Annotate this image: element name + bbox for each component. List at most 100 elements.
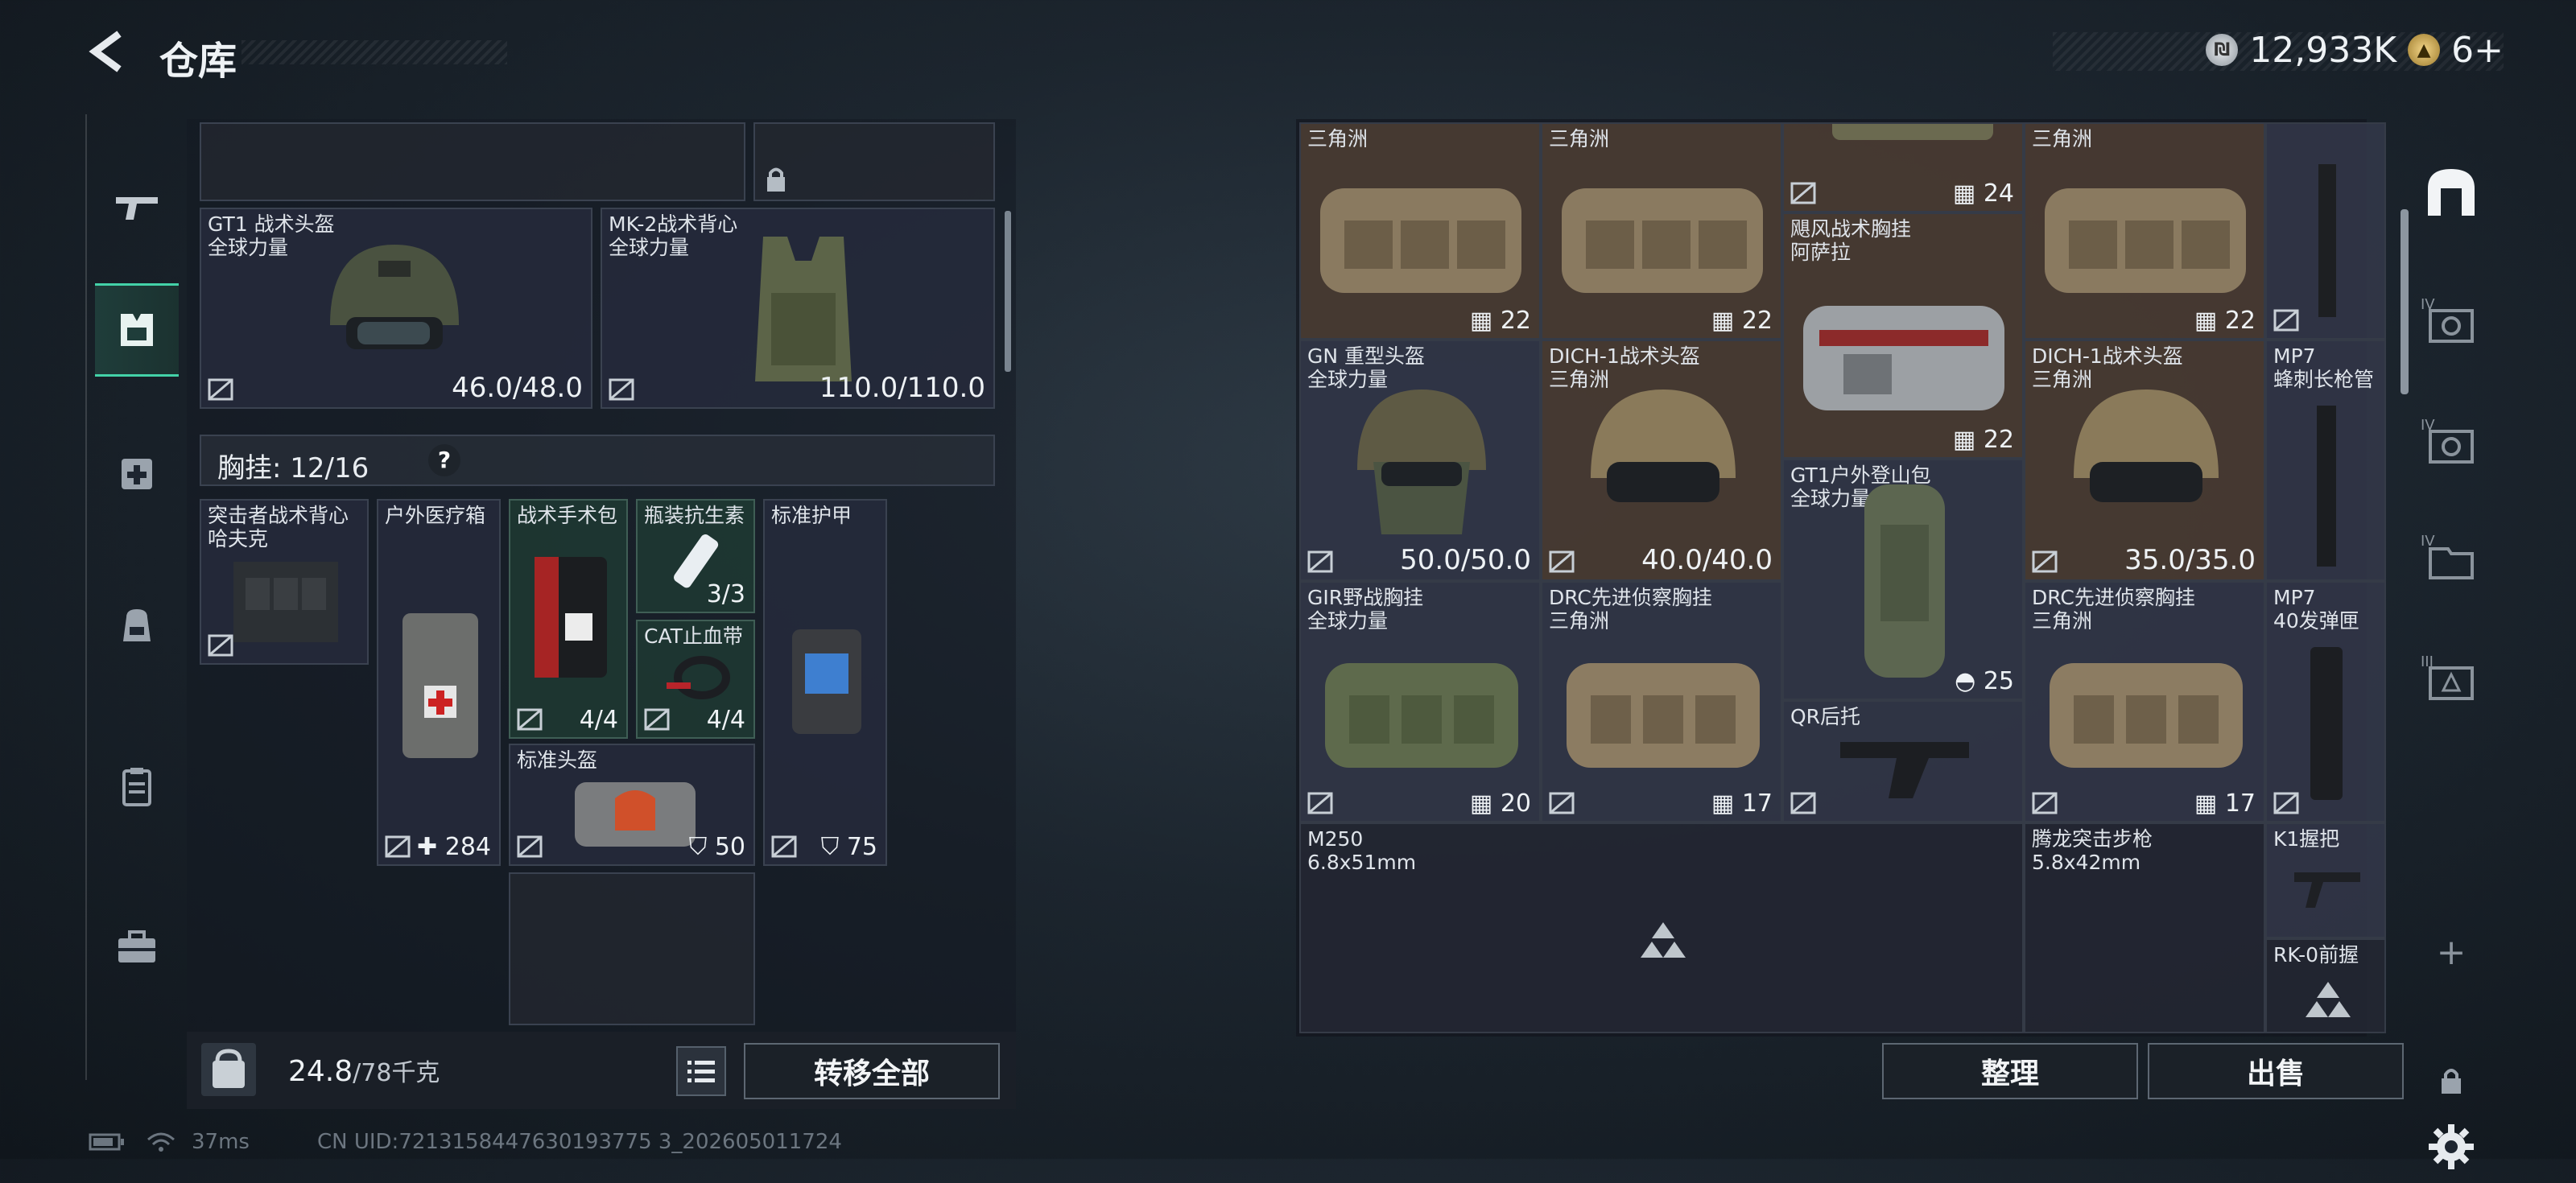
wifi-icon xyxy=(147,1132,175,1152)
storage-item[interactable]: GT1户外登山包 全球力量 ◓ 25 xyxy=(1782,459,2024,700)
capacity-icon: ▦ xyxy=(2194,307,2225,335)
back-arrow-icon[interactable] xyxy=(87,31,127,72)
item-name: GN 重型头盔 xyxy=(1307,344,1426,368)
settings-gear-icon[interactable] xyxy=(2415,1111,2487,1183)
toolbox-nav-icon[interactable] xyxy=(95,903,179,991)
item-sub: 全球力量 xyxy=(1307,609,1389,633)
no-insure-icon xyxy=(1549,792,1575,814)
no-insure-icon xyxy=(1307,792,1333,814)
transfer-all-button[interactable]: 转移全部 xyxy=(744,1043,1000,1099)
carry-weight: 24.8 xyxy=(288,1055,353,1088)
item-name: MP7 xyxy=(2273,586,2316,609)
lock-icon[interactable] xyxy=(2415,1045,2487,1117)
shield-icon: ⛉ xyxy=(688,833,715,861)
item-value: 25 xyxy=(1983,667,2014,695)
left-scrollbar[interactable] xyxy=(1005,211,1011,372)
no-insure-icon xyxy=(517,835,543,858)
storage-tab-icon[interactable]: III xyxy=(2415,642,2487,715)
standard-helmet-value: 50 xyxy=(714,833,745,861)
storage-item[interactable]: DRC先进侦察胸挂 三角洲 ▦ 17 xyxy=(1541,581,1782,822)
chest-rig-slot[interactable]: 突击者战术背心 哈夫克 xyxy=(200,499,369,665)
tourniquet-name: CAT止血带 xyxy=(644,624,743,648)
storage-item[interactable]: QR后托 xyxy=(1782,700,2024,822)
storage-item[interactable]: 三角洲 ▦ 22 xyxy=(1541,122,1782,340)
storage-tab-icon[interactable]: IV xyxy=(2415,521,2487,594)
helmet-slot[interactable]: GT1 战术头盔 全球力量 46.0/48.0 xyxy=(200,208,592,409)
item-name: DICH-1战术头盔 xyxy=(2032,344,2183,368)
item-name: 三角洲 xyxy=(1549,127,1610,150)
storage-item[interactable] xyxy=(2265,122,2386,340)
item-sub: 5.8x42mm xyxy=(2032,851,2141,874)
empty-slot[interactable] xyxy=(200,122,745,201)
help-icon[interactable]: ? xyxy=(428,444,460,476)
carry-weight-unit: /78千克 xyxy=(353,1059,440,1087)
storage-tab-icon[interactable]: IV xyxy=(2415,406,2487,478)
storage-item[interactable]: MP7 蜂刺长枪管 xyxy=(2265,340,2386,581)
clipboard-nav-icon[interactable] xyxy=(95,742,179,831)
storage-item[interactable]: 三角洲 ▦ 22 xyxy=(1299,122,1541,340)
storage-item[interactable]: RK-0前握 xyxy=(2265,938,2386,1033)
antibiotics-name: 瓶装抗生素 xyxy=(644,504,745,527)
page-title: 仓库 xyxy=(159,39,237,84)
armor-durability: 110.0/110.0 xyxy=(819,372,985,404)
storage-item[interactable]: DRC先进侦察胸挂 三角洲 ▦ 17 xyxy=(2024,581,2265,822)
list-view-button[interactable] xyxy=(676,1046,726,1096)
equipment-nav-icon[interactable] xyxy=(95,283,179,377)
storage-tab-icon[interactable]: IV xyxy=(2415,285,2487,357)
chest-rig-name: 突击者战术背心 xyxy=(208,504,349,527)
add-tab-icon[interactable]: + xyxy=(2415,916,2487,988)
medical-nav-icon[interactable] xyxy=(95,428,179,517)
backpack-nav-icon[interactable] xyxy=(95,581,179,670)
storage-item[interactable]: DICH-1战术头盔 三角洲 40.0/40.0 xyxy=(1541,340,1782,581)
gold-coin-icon: ▲ xyxy=(2408,34,2441,66)
sell-button[interactable]: 出售 xyxy=(2148,1043,2404,1099)
item-sub: 40发弹匣 xyxy=(2273,609,2359,633)
placeholder-triangle-icon xyxy=(1641,922,1686,958)
storage-item[interactable]: GN 重型头盔 全球力量 50.0/50.0 xyxy=(1299,340,1541,581)
shield-icon: ⛉ xyxy=(820,833,847,861)
standard-armor-slot[interactable]: 标准护甲 ⛉ 75 xyxy=(763,499,887,866)
sort-button[interactable]: 整理 xyxy=(1882,1043,2138,1099)
item-name: 腾龙突击步枪 xyxy=(2032,827,2153,851)
storage-item[interactable]: 三角洲 ▦ 22 xyxy=(2024,122,2265,340)
medkit-slot[interactable]: 户外医疗箱 ✚ 284 xyxy=(377,499,501,866)
storage-grid: 三角洲 ▦ 22 三角洲 ▦ 22 ▦ 24 飓风战术胸挂 阿萨拉 ▦ 22 三角… xyxy=(1299,122,2386,1033)
duffel-bag-icon xyxy=(1562,188,1763,293)
tourniquet-slot[interactable]: CAT止血带 4/4 xyxy=(636,620,755,739)
empty-slot[interactable] xyxy=(509,872,755,1025)
storage-item[interactable]: DICH-1战术头盔 三角洲 35.0/35.0 xyxy=(2024,340,2265,581)
uid-text: CN UID:7213158447630193775 3_20260501172… xyxy=(316,1130,842,1154)
weapon-nav-icon[interactable] xyxy=(95,163,179,251)
standard-helmet-slot[interactable]: 标准头盔 ⛉ 50 xyxy=(509,744,755,866)
no-insure-icon xyxy=(2032,550,2058,573)
no-insure-icon xyxy=(2032,792,2058,814)
no-insure-icon xyxy=(771,835,797,858)
currency-bar: ₪ 12,933K ▲ 6+ xyxy=(2206,26,2504,74)
storage-home-icon[interactable] xyxy=(2415,156,2487,229)
armor-slot[interactable]: MK-2战术背心 全球力量 110.0/110.0 xyxy=(601,208,995,409)
magazine-icon xyxy=(2310,647,2343,800)
gold-currency-value: 6+ xyxy=(2451,29,2504,71)
surgical-kit-slot[interactable]: 战术手术包 4/4 xyxy=(509,499,628,739)
heavy-helmet-icon xyxy=(1357,390,1486,534)
item-durability: 50.0/50.0 xyxy=(1400,544,1531,576)
storage-item[interactable]: GIR野战胸挂 全球力量 ▦ 20 xyxy=(1299,581,1541,822)
storage-item[interactable]: MP7 40发弹匣 xyxy=(2265,581,2386,822)
storage-item[interactable]: K1握把 xyxy=(2265,822,2386,938)
locked-slot[interactable] xyxy=(753,122,995,201)
plus-icon: ✚ xyxy=(417,833,445,861)
helmet-icon xyxy=(330,245,459,349)
armor-plate-icon xyxy=(792,629,861,734)
recon-chest-rig-icon xyxy=(2050,663,2243,768)
item-value: 22 xyxy=(2224,307,2256,335)
storage-item[interactable]: ▦ 24 xyxy=(1782,122,2024,212)
field-chest-rig-icon xyxy=(1325,663,1518,768)
antibiotics-slot[interactable]: 瓶装抗生素 3/3 xyxy=(636,499,755,613)
tactical-helmet-icon xyxy=(2074,390,2219,502)
backpack-capacity-icon: ◓ xyxy=(1955,667,1984,695)
storage-item[interactable]: M250 6.8x51mm xyxy=(1299,822,2024,1033)
item-name: DRC先进侦察胸挂 xyxy=(1549,586,1712,609)
storage-item[interactable]: 腾龙突击步枪 5.8x42mm xyxy=(2024,822,2265,1033)
vest-icon xyxy=(755,237,852,381)
storage-item[interactable]: 飓风战术胸挂 阿萨拉 ▦ 22 xyxy=(1782,212,2024,459)
